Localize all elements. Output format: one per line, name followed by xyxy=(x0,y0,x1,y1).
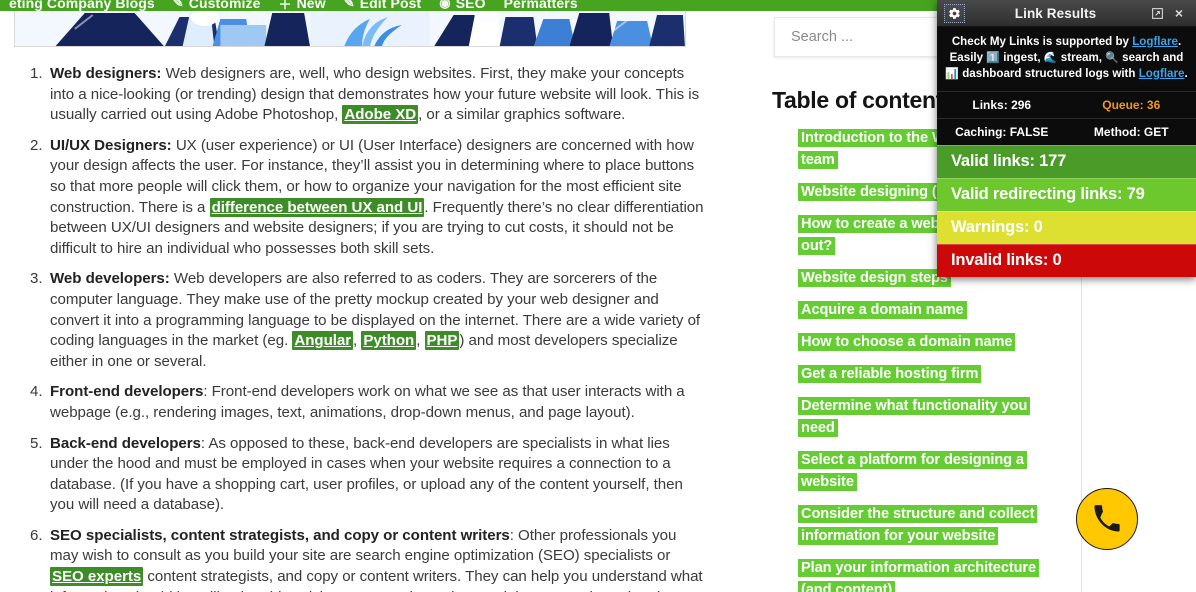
list-item-term: Front-end developers xyxy=(50,383,204,401)
admin-bar-item-label: Customize xyxy=(188,0,261,11)
admin-bar-item-4[interactable]: ◉ SEO xyxy=(430,0,494,11)
list-item-term: SEO specialists, content strategists, an… xyxy=(50,526,510,544)
gear-icon-svg xyxy=(949,7,960,19)
promo-line2-d: search and xyxy=(1118,50,1184,64)
result-bar-invalid[interactable]: Invalid links: 0 xyxy=(937,243,1196,277)
admin-bar-item-icon: ✎ xyxy=(172,0,184,10)
toc-link-8[interactable]: Select a platform for designing a websit… xyxy=(798,451,1027,491)
toc-list-item: Acquire a domain name xyxy=(798,299,1065,321)
queue-count: Queue: 36 xyxy=(1102,97,1161,112)
inline-highlighted-link[interactable]: SEO experts xyxy=(50,567,144,587)
promo-line2-a: Easily xyxy=(949,50,987,64)
promo-line3-a: dashboard structured logs with xyxy=(962,67,1139,80)
article-content: Web designers: Web designers are, well, … xyxy=(0,11,730,592)
stats-row-counts: Links: 296 Queue: 36 xyxy=(937,92,1196,118)
admin-bar-item-5[interactable]: Permatters xyxy=(495,0,587,11)
toc-list-item: Get a reliable hosting firm xyxy=(798,363,1065,385)
admin-bar-item-label: Permatters xyxy=(503,0,578,11)
links-count: Links: 296 xyxy=(972,97,1032,112)
inline-highlighted-link[interactable]: Python xyxy=(361,331,417,351)
popup-title: Link Results xyxy=(1014,5,1097,21)
popup-header: Link Results × xyxy=(937,0,1196,27)
admin-bar-item-icon: ✎ xyxy=(343,0,355,10)
admin-bar-item-1[interactable]: ✎ Customize xyxy=(164,0,270,11)
toc-link-3[interactable]: Website design steps xyxy=(798,269,951,287)
article-list-item: UI/UX Designers: UX (user experience) or… xyxy=(30,136,704,257)
hero-illustration xyxy=(14,11,686,47)
admin-bar-item-icon: ＋ xyxy=(278,0,292,11)
admin-bar-item-0[interactable]: eting Company Blogs xyxy=(0,0,164,11)
toc-list-item: How to choose a domain name xyxy=(798,331,1065,353)
toc-list-item: Select a platform for designing a websit… xyxy=(798,449,1065,493)
toc-link-7[interactable]: Determine what functionality you need xyxy=(798,397,1031,437)
list-item-term: Web developers: xyxy=(50,270,170,288)
search-icon: 🔍 xyxy=(1105,51,1119,64)
toc-link-9[interactable]: Consider the structure and collect infor… xyxy=(798,505,1038,545)
toc-link-10[interactable]: Plan your information architecture (and … xyxy=(798,559,1040,592)
list-item-term: UI/UX Designers: xyxy=(50,136,172,154)
dashboard-icon: 📊 xyxy=(945,68,959,80)
list-item-term: Web designers: xyxy=(50,65,162,82)
promo-line1-post: . xyxy=(1177,35,1182,48)
admin-bar-item-2[interactable]: ＋ New xyxy=(269,0,334,11)
inline-highlighted-link[interactable]: difference between UX and UI xyxy=(209,197,425,217)
inline-highlighted-link[interactable]: Adobe XD xyxy=(342,105,419,125)
result-bar-warn[interactable]: Warnings: 0 xyxy=(937,210,1196,244)
admin-bar-item-label: New xyxy=(296,0,326,11)
article-list-item: Back-end developers: As opposed to these… xyxy=(30,434,683,514)
result-bar-redirect[interactable]: Valid redirecting links: 79 xyxy=(937,177,1196,211)
article-list-item: Web designers: Web designers are, well, … xyxy=(30,64,700,125)
admin-bar-item-label: Edit Post xyxy=(359,0,422,11)
promo-line2-c: stream, xyxy=(1057,50,1106,64)
toc-link-5[interactable]: How to choose a domain name xyxy=(798,333,1016,351)
list-item-term: Back-end developers xyxy=(50,434,201,452)
article-list-item: Front-end developers: Front-end develope… xyxy=(30,382,685,421)
stats-row-request: Caching: FALSE Method: GET xyxy=(937,117,1196,145)
caching-status: Caching: FALSE xyxy=(955,124,1049,139)
popup-promo-text: Check My Links is supported by Logflare.… xyxy=(937,27,1196,91)
floating-call-button[interactable] xyxy=(1076,488,1138,550)
article-list-item: SEO specialists, content strategists, an… xyxy=(30,526,703,592)
check-my-links-popup[interactable]: Link Results × Check My Links is support… xyxy=(937,0,1196,277)
logflare-link-2[interactable]: Logflare xyxy=(1139,67,1185,80)
stream-icon: 🌊 xyxy=(1043,51,1058,64)
toc-link-4[interactable]: Acquire a domain name xyxy=(798,301,967,319)
promo-line2-b: ingest, xyxy=(1000,50,1044,64)
result-bar-valid[interactable]: Valid links: 177 xyxy=(937,144,1196,178)
article-ordered-list: Web designers: Web designers are, well, … xyxy=(14,64,706,592)
method-status: Method: GET xyxy=(1093,124,1169,139)
toc-list-item: Determine what functionality you need xyxy=(798,395,1065,439)
admin-bar-item-3[interactable]: ✎ Edit Post xyxy=(335,0,431,11)
admin-bar-item-icon: ◉ xyxy=(439,0,451,10)
toc-list-item: Consider the structure and collect infor… xyxy=(798,503,1065,547)
close-icon[interactable]: × xyxy=(1168,2,1190,24)
popout-icon[interactable] xyxy=(1146,2,1168,24)
admin-bar-item-label: SEO xyxy=(455,0,486,11)
gear-icon[interactable] xyxy=(944,3,965,23)
admin-bar-item-label: eting Company Blogs xyxy=(9,0,155,11)
article-list-item: Web developers: Web developers are also … xyxy=(30,269,701,370)
promo-line3-b: . xyxy=(1184,67,1188,80)
ingest-icon: 1️⃣ xyxy=(986,51,1001,64)
popout-icon-svg xyxy=(1151,7,1163,19)
inline-highlighted-link[interactable]: Angular xyxy=(292,331,354,351)
popup-result-bars: Valid links: 177 Valid redirecting links:… xyxy=(937,144,1196,277)
toc-link-6[interactable]: Get a reliable hosting firm xyxy=(798,365,982,383)
phone-icon xyxy=(1094,505,1120,532)
inline-highlighted-link[interactable]: PHP xyxy=(424,331,460,351)
popup-stats: Links: 296 Queue: 36 Caching: FALSE Meth… xyxy=(937,90,1196,145)
logflare-link-1[interactable]: Logflare xyxy=(1132,35,1178,48)
hero-illustration-svg xyxy=(15,11,685,46)
promo-line1-pre: Check My Links is supported by xyxy=(951,35,1133,48)
toc-list-item: Plan your information architecture (and … xyxy=(798,557,1065,592)
